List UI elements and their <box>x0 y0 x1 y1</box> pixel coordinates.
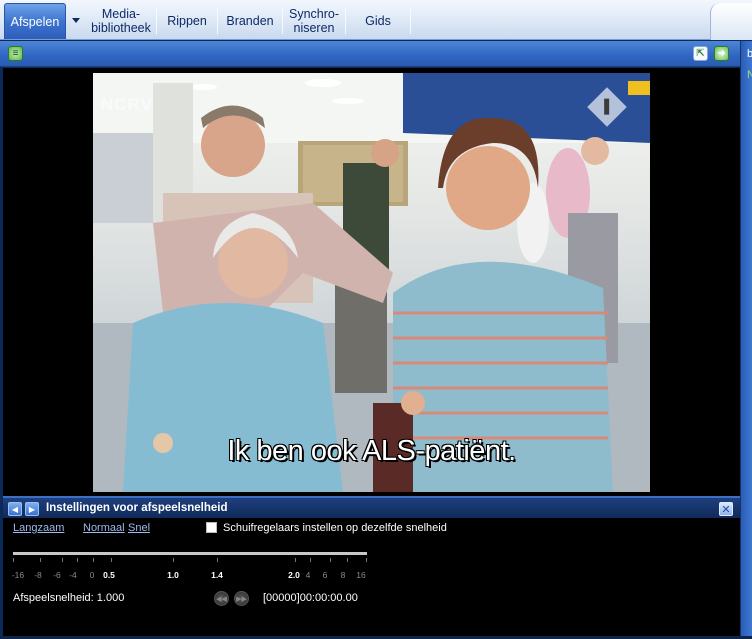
playback-speed-panel: ◀ ▶ Instellingen voor afspeelsnelheid ✕ … <box>3 496 740 636</box>
right-arrow-icon[interactable]: ▶ <box>25 502 39 516</box>
tab-divider <box>156 8 157 34</box>
slider-label: -16 <box>11 570 25 580</box>
close-icon[interactable]: ✕ <box>719 502 733 516</box>
speed-link-fast[interactable]: Snel <box>128 522 150 534</box>
tab-divider <box>345 8 346 34</box>
video-frame[interactable]: NCRV Ik ben ook ALS-patiënt. <box>93 73 650 492</box>
slider-label: 1.0 <box>167 570 179 580</box>
step-forward-icon[interactable]: ▶▶ <box>234 591 249 606</box>
list-pane-text: b <box>747 48 752 60</box>
video-area[interactable]: NCRV Ik ben ook ALS-patiënt. <box>3 68 740 496</box>
tab-divider <box>410 8 411 34</box>
chevron-down-icon[interactable] <box>72 18 80 23</box>
slider-label: -4 <box>69 570 77 580</box>
panel-header: ◀ ▶ Instellingen voor afspeelsnelheid ✕ <box>3 498 740 518</box>
green-arrow-icon[interactable]: ➜ <box>714 46 729 61</box>
tab-mediabibliotheek[interactable]: Media- bibliotheek <box>86 3 156 39</box>
slider-label: 8 <box>340 570 346 580</box>
slider-label: 2.0 <box>288 570 300 580</box>
slider-label: 0 <box>89 570 95 580</box>
list-pane-text: N <box>747 69 752 81</box>
list-pane-edge: b N <box>740 41 752 639</box>
slider-label: 6 <box>322 570 328 580</box>
slider-label: 4 <box>305 570 311 580</box>
video-subtitle: Ik ben ook ALS-patiënt. <box>227 435 516 467</box>
speed-link-normal[interactable]: Normaal <box>83 522 125 534</box>
same-speed-checkbox[interactable] <box>206 522 217 533</box>
tab-divider <box>282 8 283 34</box>
tab-divider <box>217 8 218 34</box>
tab-gids[interactable]: Gids <box>347 3 409 39</box>
window-corner <box>710 3 752 40</box>
timecode-readout: [00000]00:00:00.00 <box>263 592 358 604</box>
slider-label: 1.4 <box>211 570 223 580</box>
speed-link-slow[interactable]: Langzaam <box>13 522 64 534</box>
video-scene <box>93 73 650 492</box>
panel-title: Instellingen voor afspeelsnelheid <box>46 502 228 514</box>
slider-label: 16 <box>356 570 366 580</box>
slider-label: -8 <box>34 570 42 580</box>
slider-label: 0.5 <box>103 570 115 580</box>
channel-logo: NCRV <box>101 95 153 114</box>
step-back-icon[interactable]: ◀◀ <box>214 591 229 606</box>
compact-mode-icon[interactable]: ⇱ <box>693 46 708 61</box>
speed-slider-ticks <box>13 558 367 562</box>
playback-rate-readout: Afspeelsnelheid: 1.000 <box>13 592 125 604</box>
player-toolbar: ≡ ⇱ ➜ <box>0 41 740 67</box>
tab-rippen[interactable]: Rippen <box>158 3 216 39</box>
speed-slider[interactable] <box>13 552 367 555</box>
menu-icon[interactable]: ≡ <box>8 46 23 61</box>
tab-branden[interactable]: Branden <box>219 3 281 39</box>
same-speed-checkbox-label: Schuifregelaars instellen op dezelfde sn… <box>223 522 447 534</box>
tab-bar: Afspelen Media- bibliotheek Rippen Brand… <box>0 0 752 40</box>
tab-afspelen[interactable]: Afspelen <box>4 3 66 39</box>
slider-label: -6 <box>53 570 61 580</box>
tab-synchroniseren[interactable]: Synchro- niseren <box>284 3 344 39</box>
left-arrow-icon[interactable]: ◀ <box>8 502 22 516</box>
